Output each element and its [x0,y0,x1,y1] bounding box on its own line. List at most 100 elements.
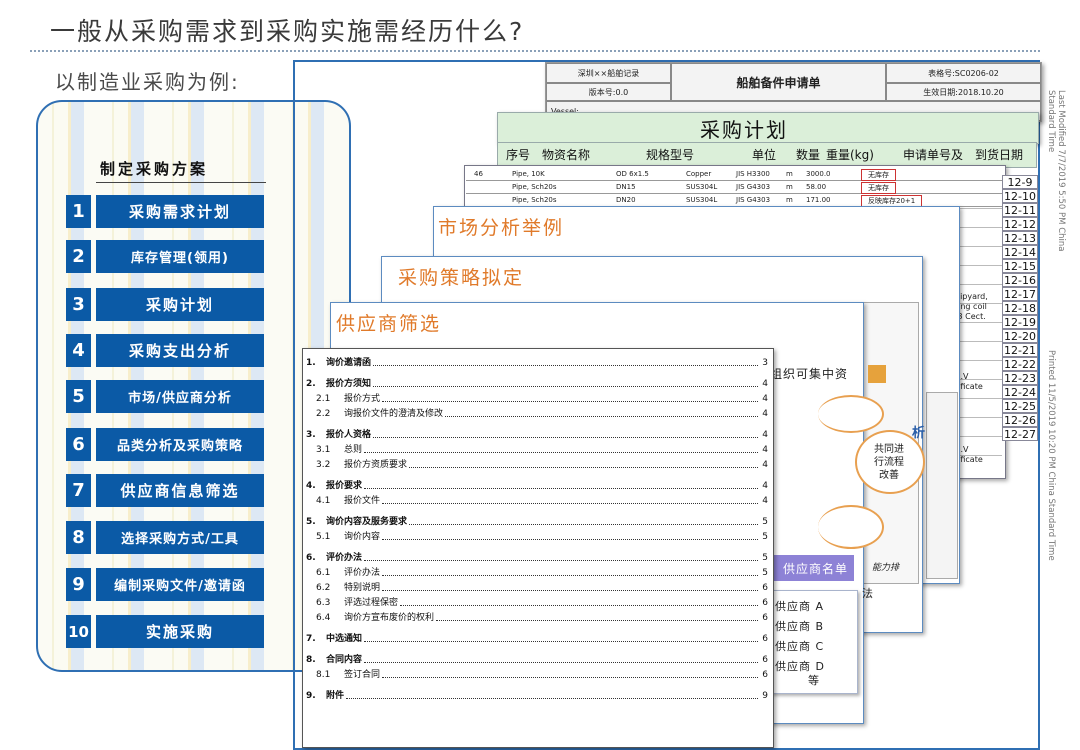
toc-leader-dots [382,677,758,678]
table-cell-code: JIS G4303 [736,183,771,191]
toc-entry: 6.3 评选过程保密 6 [306,596,768,608]
step-button-1[interactable]: 采购需求计划 [96,195,264,228]
table-cell-mat: Copper [686,170,712,178]
step-button-2[interactable]: 库存管理(领用) [96,240,264,273]
toc-entry-title: 报价人资格 [326,430,372,440]
title-divider [30,50,1040,52]
toc-entry-title: 报价方须知 [326,379,372,389]
step-number-8: 8 [66,521,91,554]
coop-line-2: 行流程 [874,457,904,468]
table-cell-note: 无库存 [861,182,896,194]
step-number-10: 10 [66,615,91,648]
toc-entry-number: 8.1 [316,670,331,680]
toc-entry-title: 报价要求 [326,481,363,491]
plan-column-8: 到货日期 [975,148,1024,162]
form-company: 深圳××船舶记录 [546,63,671,83]
toc-entry-number: 3. [306,430,316,440]
supplier-screening-title: 供应商筛选 [336,313,442,335]
toc-entry: 3.2 报价方资质要求 4 [306,458,768,470]
toc-leader-dots [382,575,758,576]
toc-entry-page: 5 [762,532,768,542]
toc-leader-dots [400,605,758,606]
toc-entry-title: 询价内容及服务要求 [326,517,408,527]
toc-entry-number: 3.1 [316,445,331,455]
delivery-date: 12-16 [1002,273,1038,287]
step-button-5[interactable]: 市场/供应商分析 [96,380,264,413]
toc-entry-page: 5 [762,568,768,578]
toc-entry: 9. 附件 9 [306,689,768,701]
toc-entry-title: 评价办法 [326,553,363,563]
purchase-plan-title: 采购计划 [700,118,788,142]
supplier-list-header: 供应商名单 [770,555,854,581]
toc-entry: 6.1 评价办法 5 [306,566,768,578]
toc-entry-title: 总则 [344,445,363,455]
toc-entry-page: 4 [762,481,768,491]
table-cell-qty: 171.00 [806,196,831,204]
toc-entry: 8.1 签订合同 6 [306,668,768,680]
toc-leader-dots [409,524,758,525]
toc-leader-dots [382,401,758,402]
toc-entry-number: 3.2 [316,460,331,470]
toc-entry-page: 6 [762,598,768,608]
toc-entry-page: 4 [762,394,768,404]
toc-entry-title: 签订合同 [344,670,381,680]
step-button-3[interactable]: 采购计划 [96,288,264,321]
delivery-date: 12-22 [1002,357,1038,371]
toc-entry: 2.1 报价方式 4 [306,392,768,404]
coop-line-1: 共同进 [874,444,904,455]
table-cell-unit: m [786,196,793,204]
toc-entry-number: 6. [306,553,316,563]
step-number-4: 4 [66,334,91,367]
table-cell-name: Pipe, 10K [512,170,545,178]
plan-column-6: 重量(kg) [826,148,874,162]
toc-leader-dots [364,641,758,642]
toc-entry-title: 评价办法 [344,568,381,578]
delivery-date: 12-25 [1002,399,1038,413]
toc-entry: 6.4 询价方宣布废价的权利 6 [306,611,768,623]
toc-entry: 8. 合同内容 6 [306,653,768,665]
toc-entry-page: 6 [762,613,768,623]
form-number: 表格号:SC0206-02 [886,63,1041,83]
toc-entry-number: 4.1 [316,496,331,506]
toc-leader-dots [409,467,758,468]
step-button-9[interactable]: 编制采购文件/邀请函 [96,568,264,601]
orange-block [868,365,886,383]
step-button-8[interactable]: 选择采购方式/工具 [96,521,264,554]
table-cell-qty: 3000.0 [806,170,831,178]
toc-entry-page: 6 [762,583,768,593]
coop-line-3: 改善 [879,470,899,481]
plan-title: 制定采购方案 [100,160,209,178]
toc-leader-dots [364,662,758,663]
toc-entry-page: 4 [762,409,768,419]
toc-entry-page: 5 [762,553,768,563]
toc-leader-dots [364,488,758,489]
toc-entry-title: 特别说明 [344,583,381,593]
toc-entry-page: 4 [762,496,768,506]
last-modified-note: Last Modified 7/7/2019 5:50 PM China Sta… [1046,90,1066,252]
form-version: 版本号:0.0 [546,83,671,101]
step-number-2: 2 [66,240,91,273]
toc-leader-dots [382,503,758,504]
toc-entry-number: 8. [306,655,316,665]
toc-entry-number: 5.1 [316,532,331,542]
toc-entry-title: 报价方式 [344,394,381,404]
plan-column-1: 序号 [506,148,531,162]
toc-entry: 6.2 特别说明 6 [306,581,768,593]
table-cell-mat: SUS304L [686,196,718,204]
table-cell-spec: DN15 [616,183,636,191]
step-button-6[interactable]: 品类分析及采购策略 [96,428,264,461]
delivery-date: 12-18 [1002,301,1038,315]
table-cell-code: JIS G4303 [736,196,771,204]
step-button-4[interactable]: 采购支出分析 [96,334,264,367]
delivery-date: 12-23 [1002,371,1038,385]
step-button-7[interactable]: 供应商信息筛选 [96,474,264,507]
form-title: 船舶备件申请单 [671,63,886,101]
toc-entry-page: 4 [762,445,768,455]
toc-entry-page: 6 [762,655,768,665]
toc-entry-title: 询价方宣布废价的权利 [344,613,435,623]
delivery-date: 12-26 [1002,413,1038,427]
toc-entry: 1. 询价邀请函 3 [306,356,768,368]
oval-top [818,395,884,433]
step-button-10[interactable]: 实施采购 [96,615,264,648]
toc-entry: 2. 报价方须知 4 [306,377,768,389]
